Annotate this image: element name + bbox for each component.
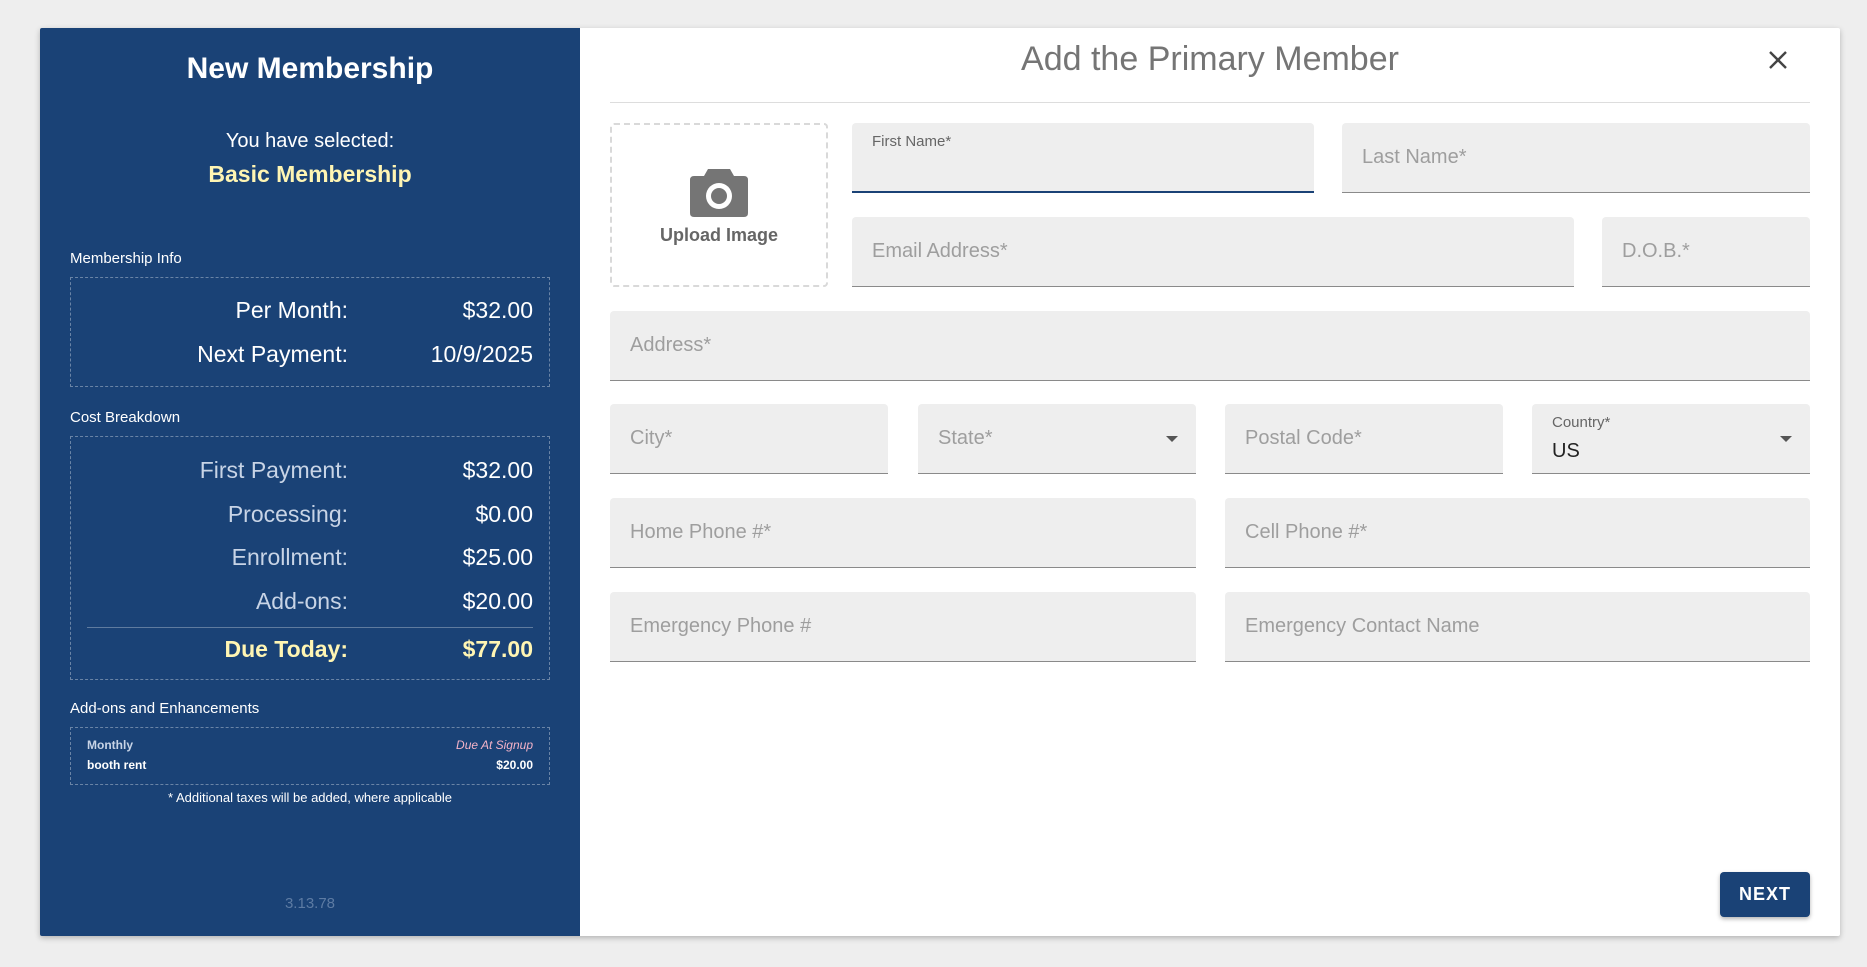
first-name-input[interactable] bbox=[872, 158, 1294, 182]
close-button[interactable] bbox=[1764, 46, 1792, 74]
cost-value: $32.00 bbox=[462, 457, 533, 484]
due-today-label: Due Today: bbox=[224, 635, 348, 662]
cost-row-enrollment: Enrollment: $25.00 bbox=[87, 536, 533, 580]
membership-dialog: New Membership You have selected: Basic … bbox=[40, 28, 1840, 936]
next-button[interactable]: NEXT bbox=[1720, 872, 1810, 917]
info-label: Next Payment: bbox=[197, 340, 348, 367]
addon-name: booth rent bbox=[87, 757, 147, 772]
chevron-down-icon bbox=[1780, 436, 1792, 442]
state-placeholder: State* bbox=[938, 427, 993, 449]
dob-input[interactable] bbox=[1622, 240, 1790, 263]
selected-label: You have selected: bbox=[225, 130, 395, 152]
upload-label: Upload Image bbox=[659, 224, 779, 245]
member-form: Add the Primary Member Upload Image Firs… bbox=[580, 28, 1840, 936]
selected-membership: Basic Membership bbox=[208, 161, 412, 187]
cost-label: Add-ons: bbox=[255, 587, 348, 614]
city-field[interactable] bbox=[610, 404, 888, 474]
dob-field[interactable] bbox=[1602, 217, 1810, 287]
address-field[interactable] bbox=[610, 311, 1810, 381]
close-icon bbox=[1769, 51, 1787, 69]
first-name-label: First Name* bbox=[872, 133, 952, 150]
email-field[interactable] bbox=[852, 217, 1574, 287]
cost-label: Enrollment: bbox=[231, 544, 348, 571]
postal-code-input[interactable] bbox=[1245, 427, 1483, 450]
cost-breakdown-label: Cost Breakdown bbox=[70, 409, 181, 426]
addon-item: Monthly Due At Signup booth rent $20.00 bbox=[70, 726, 550, 785]
due-today-value: $77.00 bbox=[462, 635, 533, 662]
app-version: 3.13.78 bbox=[284, 895, 336, 912]
cost-row-processing: Processing: $0.00 bbox=[87, 493, 533, 537]
membership-info-label: Membership Info bbox=[70, 250, 182, 267]
country-label: Country* bbox=[1552, 414, 1611, 431]
chevron-down-icon bbox=[1166, 436, 1178, 442]
info-row-next-payment: Next Payment: 10/9/2025 bbox=[87, 332, 533, 376]
last-name-input[interactable] bbox=[1362, 146, 1790, 169]
cost-row-addons: Add-ons: $20.00 bbox=[87, 580, 533, 624]
addon-frequency: Monthly bbox=[87, 737, 133, 752]
sidebar-title: New Membership bbox=[186, 52, 434, 85]
emergency-contact-field[interactable] bbox=[1225, 592, 1810, 662]
info-label: Per Month: bbox=[235, 296, 349, 323]
info-value: $32.00 bbox=[462, 296, 533, 323]
upload-image-button[interactable]: Upload Image bbox=[610, 123, 828, 287]
state-select[interactable]: State* bbox=[918, 404, 1196, 474]
cost-row-due-today: Due Today: $77.00 bbox=[87, 627, 533, 671]
membership-sidebar: New Membership You have selected: Basic … bbox=[40, 28, 580, 936]
addons-label: Add-ons and Enhancements bbox=[70, 699, 260, 717]
addon-due: Due At Signup bbox=[456, 737, 533, 752]
emergency-phone-input[interactable] bbox=[630, 615, 1176, 638]
cost-breakdown-box: First Payment: $32.00 Processing: $0.00 … bbox=[70, 436, 550, 680]
addon-price: $20.00 bbox=[496, 757, 533, 772]
country-value: US bbox=[1552, 440, 1580, 462]
city-input[interactable] bbox=[630, 427, 868, 450]
cost-value: $25.00 bbox=[462, 544, 533, 571]
home-phone-input[interactable] bbox=[630, 521, 1176, 544]
camera-icon bbox=[690, 168, 748, 217]
cell-phone-input[interactable] bbox=[1245, 521, 1790, 544]
info-row-per-month: Per Month: $32.00 bbox=[87, 288, 534, 332]
home-phone-field[interactable] bbox=[610, 498, 1196, 568]
cost-row-first-payment: First Payment: $32.00 bbox=[87, 449, 533, 493]
cost-label: Processing: bbox=[227, 500, 348, 527]
first-name-field[interactable]: First Name* bbox=[852, 123, 1314, 193]
page-title: Add the Primary Member bbox=[1021, 39, 1399, 78]
tax-note: * Additional taxes will be added, where … bbox=[167, 789, 453, 805]
emergency-contact-input[interactable] bbox=[1245, 615, 1790, 638]
cell-phone-field[interactable] bbox=[1225, 498, 1810, 568]
info-value: 10/9/2025 bbox=[430, 340, 533, 367]
emergency-phone-field[interactable] bbox=[610, 592, 1196, 662]
last-name-field[interactable] bbox=[1342, 123, 1810, 193]
cost-label: First Payment: bbox=[199, 457, 348, 484]
address-input[interactable] bbox=[630, 334, 1790, 357]
membership-info-box: Per Month: $32.00 Next Payment: 10/9/202… bbox=[70, 277, 550, 387]
form-header: Add the Primary Member bbox=[610, 28, 1810, 103]
email-input[interactable] bbox=[872, 240, 1554, 263]
postal-code-field[interactable] bbox=[1225, 404, 1503, 474]
cost-value: $0.00 bbox=[475, 500, 533, 527]
country-select[interactable]: Country* US bbox=[1532, 404, 1810, 474]
cost-value: $20.00 bbox=[462, 587, 533, 614]
